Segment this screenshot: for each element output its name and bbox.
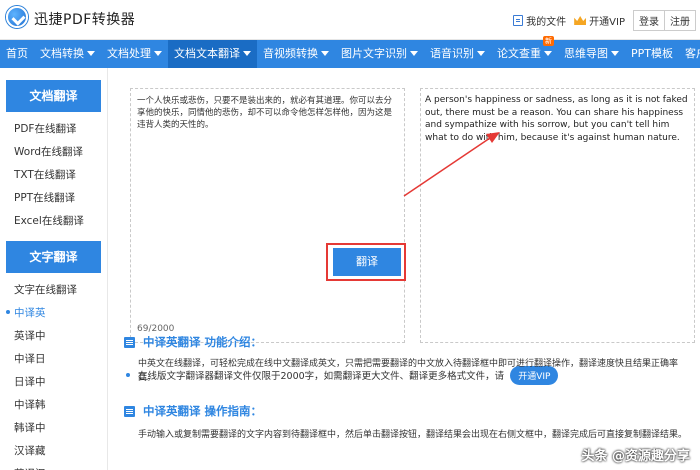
sidebar-head-doc-translate: 文档翻译 [6,80,101,112]
source-text-area[interactable]: 一个人快乐或悲伤，只要不是装出来的，就必有其道理。你可以去分享他的快乐，同情他的… [130,88,405,343]
result-text[interactable]: A person's happiness or sadness, as long… [425,94,691,144]
nav-item-3[interactable]: 文档文本翻译 [168,40,257,68]
guide-icon [124,405,135,417]
guide-title-text: 中译英翻译 操作指南： [143,404,263,418]
sidebar-item[interactable]: 中译韩 [0,394,107,417]
my-files-link[interactable]: 我的文件 [513,13,566,28]
nav-item-label: 思维导图 [564,47,608,60]
nav-item-10[interactable]: 客户端 [679,40,700,68]
result-text-area[interactable]: A person's happiness or sadness, as long… [420,88,695,343]
chevron-down-icon [87,51,95,56]
translate-button[interactable]: 翻译 [333,248,401,276]
brand-logo-icon[interactable] [6,6,28,28]
guide-title: 中译英翻译 操作指南： [124,403,262,419]
sidebar-item[interactable]: 汉译藏 [0,440,107,463]
char-counter: 69/2000 [137,324,175,334]
sidebar-item[interactable]: 日译中 [0,371,107,394]
nav-item-label: 语音识别 [430,47,474,60]
nav-item-2[interactable]: 文档处理 [101,40,168,68]
nav-item-label: 论文查重 [497,47,541,60]
chevron-down-icon [544,51,552,56]
nav-item-1[interactable]: 文档转换 [34,40,101,68]
sidebar-item[interactable]: PDF在线翻译 [0,118,107,141]
chevron-down-icon [321,51,329,56]
nav-item-6[interactable]: 语音识别 [424,40,491,68]
nav-item-8[interactable]: 思维导图 [558,40,625,68]
sidebar-item[interactable]: Excel在线翻译 [0,210,107,233]
nav-item-label: PPT模板 [631,47,673,60]
nav-item-7[interactable]: 论文查重新 [491,36,558,68]
open-vip-label: 开通VIP [589,17,625,28]
chevron-down-icon [410,51,418,56]
nav-item-label: 文档转换 [40,47,84,60]
chevron-down-icon [611,51,619,56]
intro-icon [124,336,135,348]
new-badge: 新 [543,36,554,46]
top-links: 我的文件 开通VIP 登录 注册 [513,10,696,31]
main-nav: 首页 文档转换 文档处理 文档文本翻译 音视频转换 图片文字识别 语音识别 论文查重新思维导图… [0,36,700,68]
sidebar-text-list: 文字在线翻译中译英英译中中译日日译中中译韩韩译中汉译藏藏译汉 [0,279,107,470]
nav-item-label: 客户端 [685,47,700,60]
nav-item-0[interactable]: 首页 [0,40,34,68]
sidebar-item[interactable]: 文字在线翻译 [0,279,107,302]
sidebar-item[interactable]: 韩译中 [0,417,107,440]
document-icon [513,15,524,26]
nav-item-label: 音视频转换 [263,47,318,60]
crown-icon [574,16,587,25]
nav-item-5[interactable]: 图片文字识别 [335,40,424,68]
watermark: 头条 @资源趣分享 [581,449,690,464]
source-text[interactable]: 一个人快乐或悲伤，只要不是装出来的，就必有其道理。你可以去分享他的快乐，同情他的… [137,95,399,131]
sidebar-head-text-translate: 文字翻译 [6,241,101,273]
nav-item-label: 首页 [6,47,28,60]
login-button[interactable]: 登录 [633,10,665,31]
sidebar-item[interactable]: TXT在线翻译 [0,164,107,187]
bullet-icon [126,373,130,377]
intro-body: 中英文在线翻译，可轻松完成在线中文翻译成英文，只需把需要翻译的中文放入待翻译框中… [138,359,679,383]
sidebar-item[interactable]: 中译英 [0,302,107,325]
sidebar: 文档翻译 PDF在线翻译 Word在线翻译 TXT在线翻译 PPT在线翻译 Excel在… [0,68,108,470]
sidebar-item[interactable]: Word在线翻译 [0,141,107,164]
guide-body: 手动输入或复制需要翻译的文字内容到待翻译框中，然后单击翻译按钮，翻译结果会出现在… [138,430,688,440]
auth-buttons: 登录 注册 [633,10,696,31]
chevron-down-icon [154,51,162,56]
sidebar-item[interactable]: 藏译汉 [0,463,107,470]
my-files-label: 我的文件 [526,17,567,28]
nav-item-4[interactable]: 音视频转换 [257,40,335,68]
register-button[interactable]: 注册 [665,10,696,31]
chevron-down-icon [243,51,251,56]
intro-title-text: 中译英翻译 功能介绍： [143,335,263,349]
sidebar-item[interactable]: 英译中 [0,325,107,348]
nav-item-label: 文档处理 [107,47,151,60]
top-header: 迅捷PDF转换器 我的文件 开通VIP 登录 注册 [0,0,700,40]
nav-item-label: 文档文本翻译 [174,47,240,60]
page: 迅捷PDF转换器 我的文件 开通VIP 登录 注册 首页 文档转换 文档处理 文档文本… [0,0,700,470]
sidebar-doc-list: PDF在线翻译 Word在线翻译 TXT在线翻译 PPT在线翻译 Excel在线翻译 [0,118,107,233]
sidebar-item[interactable]: PPT在线翻译 [0,187,107,210]
nav-item-label: 图片文字识别 [341,47,407,60]
brand-name[interactable]: 迅捷PDF转换器 [34,9,135,29]
sidebar-item[interactable]: 中译日 [0,348,107,371]
nav-item-9[interactable]: PPT模板 [625,40,679,68]
intro-title: 中译英翻译 功能介绍： [124,334,262,350]
chevron-down-icon [477,51,485,56]
open-vip-link[interactable]: 开通VIP [574,13,625,28]
